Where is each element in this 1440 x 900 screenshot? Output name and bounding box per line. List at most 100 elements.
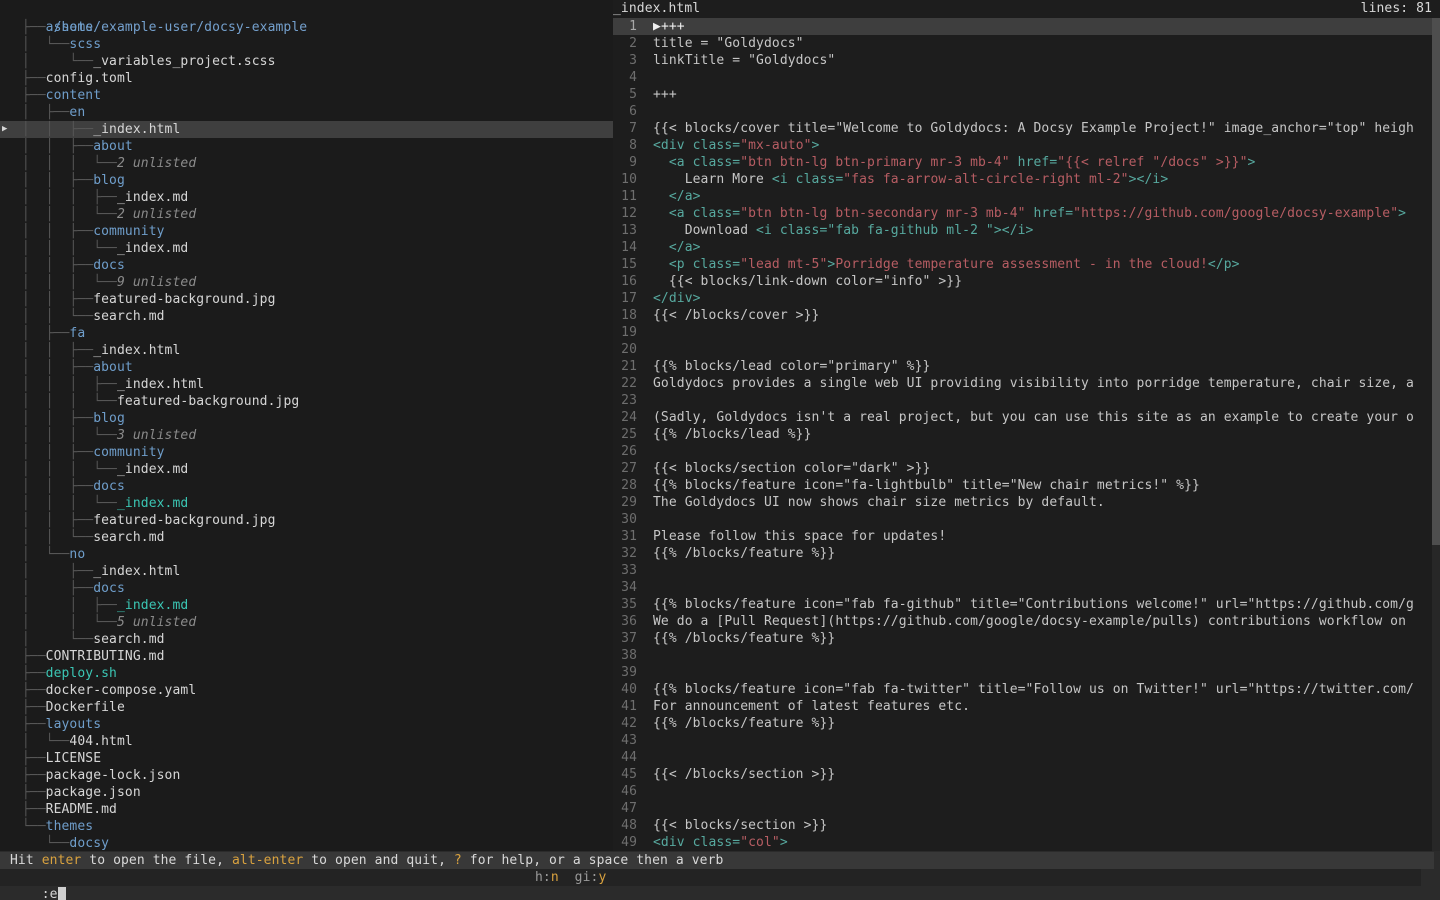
line-content: {{< /blocks/cover >}} — [653, 307, 1432, 324]
tree-item-label: about — [93, 360, 133, 375]
tree-item-docs[interactable]: │ │ ├──docs — [0, 478, 613, 495]
tree-item-404.html[interactable]: │ └──404.html — [0, 733, 613, 750]
tree-item-package.json[interactable]: ├──package.json — [0, 784, 613, 801]
tree-item-en[interactable]: │ ├──en — [0, 104, 613, 121]
tree-item-_index.md[interactable]: │ │ │ └──_index.md — [0, 240, 613, 257]
line-number: 29 — [613, 494, 637, 511]
line-number: 37 — [613, 630, 637, 647]
line-content: {{% /blocks/feature %}} — [653, 715, 1432, 732]
tree-item-docsy[interactable]: └──docsy — [0, 835, 613, 851]
line-number: 35 — [613, 596, 637, 613]
tree-item-label: 404.html — [69, 734, 132, 749]
tree-branch-guides: │ │ │ └── — [6, 462, 117, 477]
tree-item-_index.html[interactable]: │ │ ├──_index.html — [0, 342, 613, 359]
tree-item-docker-compose.yaml[interactable]: ├──docker-compose.yaml — [0, 682, 613, 699]
tree-item-featured-background.jpg[interactable]: │ │ ├──featured-background.jpg — [0, 512, 613, 529]
tree-item-9-unlisted[interactable]: │ │ │ └──9 unlisted — [0, 274, 613, 291]
tree-item-community[interactable]: │ │ ├──community — [0, 444, 613, 461]
tree-branch-guides: │ │ │ └── — [6, 156, 117, 171]
tree-branch-guides: ├── — [6, 700, 46, 715]
code-line-19: 19 — [613, 324, 1432, 341]
code-line-47: 47 — [613, 800, 1432, 817]
tree-item-3-unlisted[interactable]: │ │ │ └──3 unlisted — [0, 427, 613, 444]
tree-branch-guides: │ │ ├── — [6, 292, 93, 307]
line-number: 25 — [613, 426, 637, 443]
tree-item-featured-background.jpg[interactable]: │ │ ├──featured-background.jpg — [0, 291, 613, 308]
tree-item-docs[interactable]: │ │ ├──docs — [0, 257, 613, 274]
line-content — [653, 392, 1432, 409]
tree-item-_index.html[interactable]: │ ├──_index.html — [0, 563, 613, 580]
line-number: 6 — [613, 103, 637, 120]
tree-item-label: package.json — [46, 785, 141, 800]
line-content: {{< blocks/section >}} — [653, 817, 1432, 834]
line-content: {{% /blocks/feature %}} — [653, 545, 1432, 562]
command-input[interactable]: :e — [0, 869, 1421, 886]
tree-item-deploy.sh[interactable]: ├──deploy.sh — [0, 665, 613, 682]
tree-branch-guides: │ │ │ └── — [6, 428, 117, 443]
code-line-6: 6 — [613, 103, 1432, 120]
tree-item-_index.html[interactable]: │ │ │ ├──_index.html — [0, 376, 613, 393]
broot-window: /home/example-user/docsy-example ├──asse… — [0, 0, 1440, 900]
status-bar: Hit enter to open the file, alt-enter to… — [0, 852, 1434, 869]
line-content: <a class="btn btn-lg btn-primary mr-3 mb… — [653, 154, 1432, 171]
code-line-32: 32{{% /blocks/feature %}} — [613, 545, 1432, 562]
tree-item-no[interactable]: │ └──no — [0, 546, 613, 563]
tree-item-label: 2 unlisted — [117, 156, 196, 171]
tree-item-blog[interactable]: │ │ ├──blog — [0, 410, 613, 427]
line-content: </div> — [653, 290, 1432, 307]
tree-item-label: CONTRIBUTING.md — [46, 649, 165, 664]
tree-item-config.toml[interactable]: ├──config.toml — [0, 70, 613, 87]
tree-item-license[interactable]: ├──LICENSE — [0, 750, 613, 767]
tree-item-search.md[interactable]: │ └──search.md — [0, 631, 613, 648]
tree-item-package-lock.json[interactable]: ├──package-lock.json — [0, 767, 613, 784]
tree-branch-guides: │ │ │ └── — [6, 275, 117, 290]
tree-item-5-unlisted[interactable]: │ │ └──5 unlisted — [0, 614, 613, 631]
tree-item-2-unlisted[interactable]: │ │ │ └──2 unlisted — [0, 206, 613, 223]
tree-item-_index.md[interactable]: │ │ │ └──_index.md — [0, 461, 613, 478]
root-path[interactable]: /home/example-user/docsy-example — [0, 2, 613, 19]
preview-scrollbar-track[interactable] — [1432, 18, 1440, 851]
tree-item-assets[interactable]: ├──assets — [0, 19, 613, 36]
tree-item-search.md[interactable]: │ │ └──search.md — [0, 529, 613, 546]
tree-item-_variables_project.scss[interactable]: │ └──_variables_project.scss — [0, 53, 613, 70]
tree-item-_index.html[interactable]: ▶ │ │ ├──_index.html — [0, 121, 613, 138]
line-content: <p class="lead mt-5">Porridge temperatur… — [653, 256, 1432, 273]
line-number: 17 — [613, 290, 637, 307]
tree-item-community[interactable]: │ │ ├──community — [0, 223, 613, 240]
tree-branch-guides: │ │ │ ├── — [6, 377, 117, 392]
tree-branch-guides: │ │ ├── — [6, 360, 93, 375]
tree-item-_index.md[interactable]: │ │ │ └──_index.md — [0, 495, 613, 512]
tree-item-label: scss — [69, 37, 101, 52]
command-input-value: :e — [42, 887, 58, 900]
tree-item-_index.md[interactable]: │ │ │ ├──_index.md — [0, 189, 613, 206]
tree-branch-guides: ├── — [6, 71, 46, 86]
tree-item-fa[interactable]: │ ├──fa — [0, 325, 613, 342]
tree-item-blog[interactable]: │ │ ├──blog — [0, 172, 613, 189]
preview-panel: _index.html lines: 81 1▶+++2title = "Gol… — [613, 0, 1440, 851]
tree-item-content[interactable]: ├──content — [0, 87, 613, 104]
tree-item-_index.md[interactable]: │ │ ├──_index.md — [0, 597, 613, 614]
tree-item-contributing.md[interactable]: ├──CONTRIBUTING.md — [0, 648, 613, 665]
tree-item-featured-background.jpg[interactable]: │ │ │ └──featured-background.jpg — [0, 393, 613, 410]
tree-item-label: _index.md — [117, 190, 188, 205]
tree-item-readme.md[interactable]: ├──README.md — [0, 801, 613, 818]
tree-item-about[interactable]: │ │ ├──about — [0, 138, 613, 155]
tree-item-search.md[interactable]: │ │ └──search.md — [0, 308, 613, 325]
line-number: 45 — [613, 766, 637, 783]
line-number: 14 — [613, 239, 637, 256]
tree-item-docs[interactable]: │ ├──docs — [0, 580, 613, 597]
line-content — [653, 749, 1432, 766]
tree-item-themes[interactable]: └──themes — [0, 818, 613, 835]
line-number: 49 — [613, 834, 637, 851]
status-keyword: alt-enter — [232, 853, 303, 868]
tree-item-label: _index.html — [93, 122, 180, 137]
tree-item-2-unlisted[interactable]: │ │ │ └──2 unlisted — [0, 155, 613, 172]
code-line-49: 49<div class="col"> — [613, 834, 1432, 851]
preview-scrollbar-thumb[interactable] — [1432, 18, 1440, 545]
tree-item-layouts[interactable]: ├──layouts — [0, 716, 613, 733]
line-number: 8 — [613, 137, 637, 154]
tree-item-about[interactable]: │ │ ├──about — [0, 359, 613, 376]
tree-branch-guides: ├── — [6, 802, 46, 817]
tree-item-dockerfile[interactable]: ├──Dockerfile — [0, 699, 613, 716]
tree-item-scss[interactable]: │ └──scss — [0, 36, 613, 53]
